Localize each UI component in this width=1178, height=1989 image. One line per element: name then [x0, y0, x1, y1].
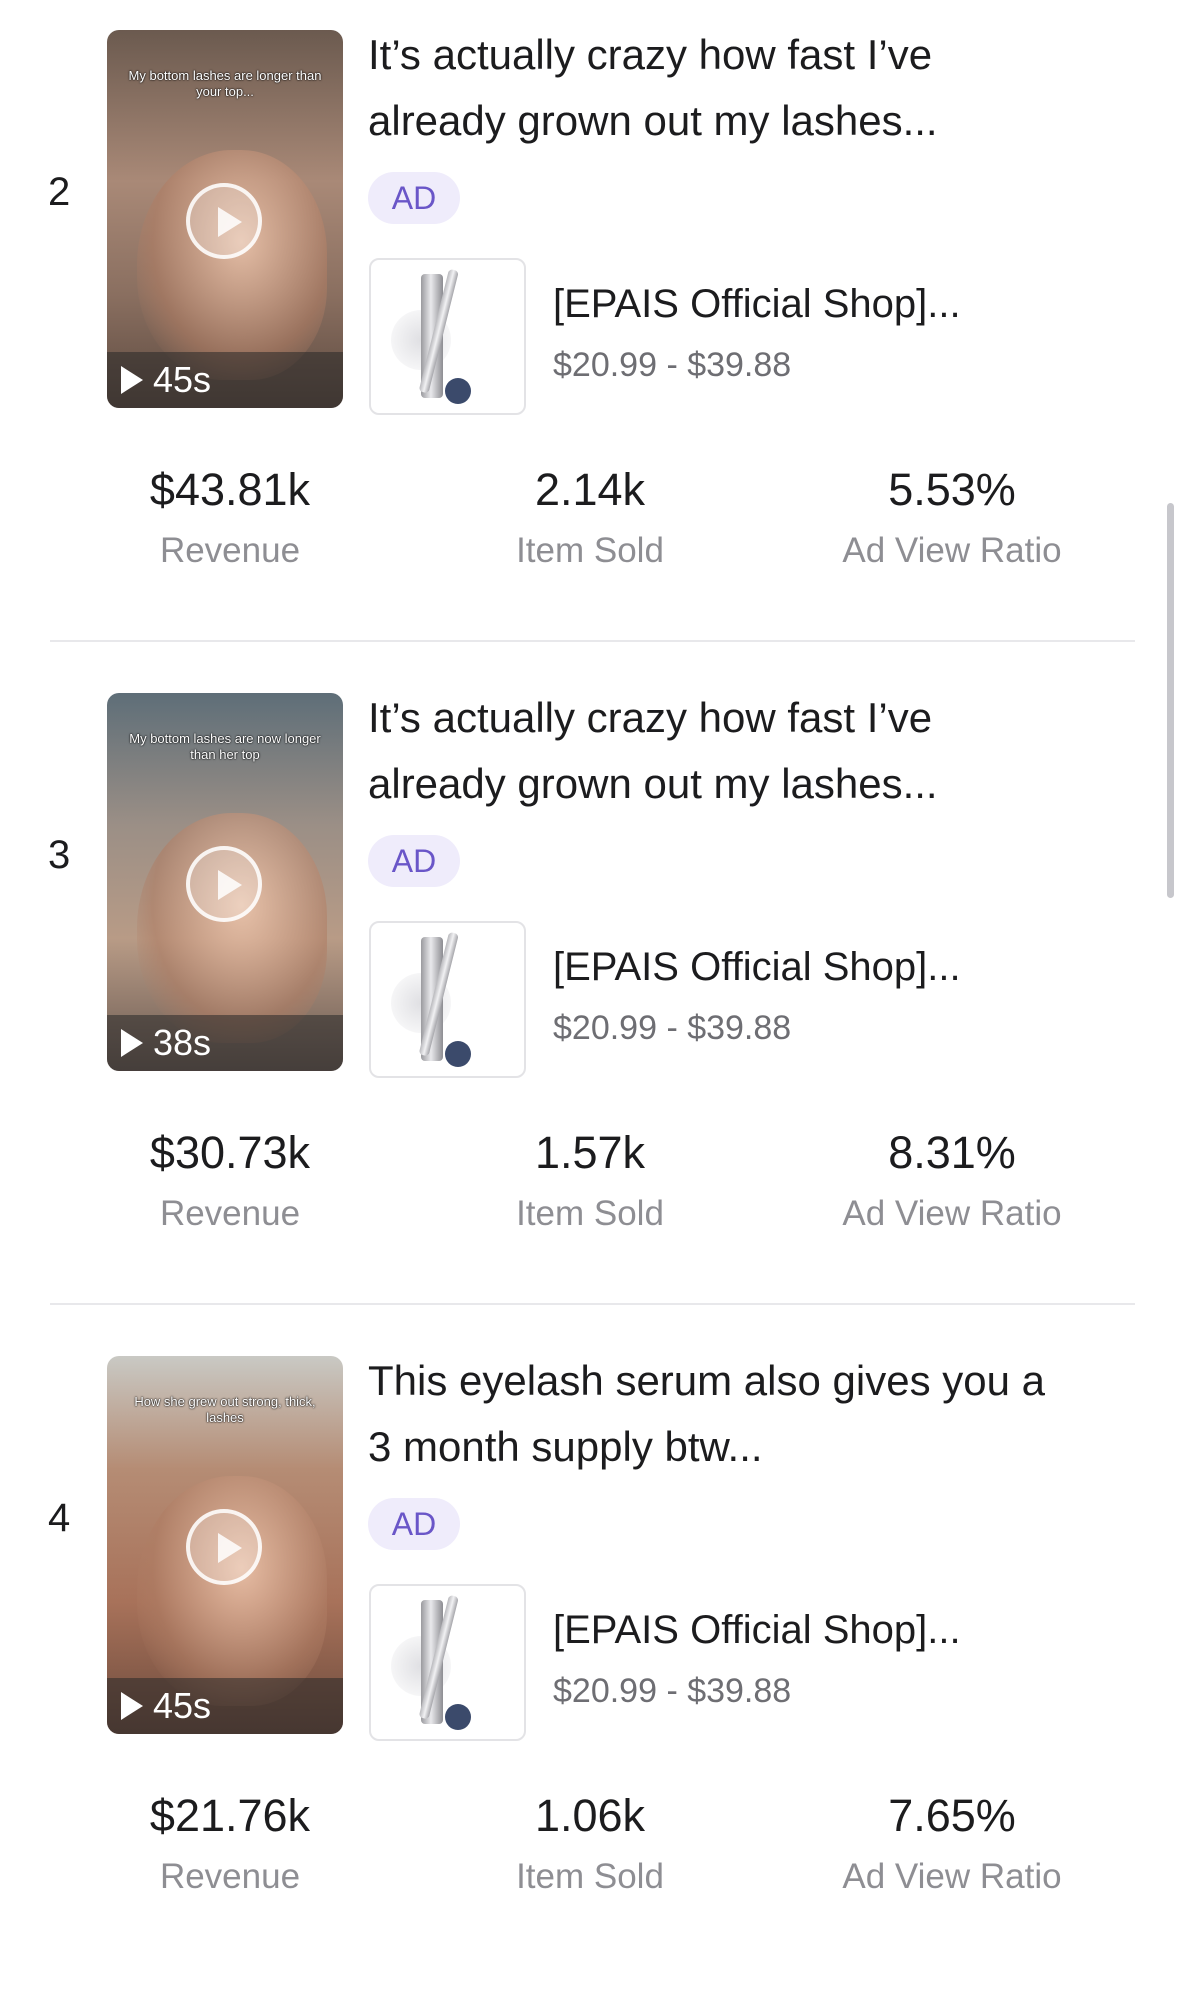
- ad-video-list: 2 My bottom lashes are longer than your …: [0, 0, 1178, 1950]
- video-title-line-1: This eyelash serum also gives you a: [368, 1357, 1045, 1404]
- stat-items-sold: 1.06k Item Sold: [410, 1786, 770, 1902]
- play-circle-icon[interactable]: [186, 183, 262, 259]
- video-duration: 45s: [153, 359, 212, 400]
- product-cap: [445, 378, 471, 404]
- revenue-value: $43.81k: [149, 464, 311, 515]
- items-sold-label: Item Sold: [516, 1194, 664, 1233]
- duration-overlay: 45s: [107, 1678, 343, 1734]
- price-range: $20.99 - $39.88: [553, 1672, 792, 1710]
- ad-view-ratio-value: 8.31%: [888, 1127, 1016, 1178]
- rank-number: 2: [48, 170, 71, 214]
- items-sold-label: Item Sold: [516, 1857, 664, 1896]
- price-range: $20.99 - $39.88: [553, 1009, 792, 1047]
- video-thumbnail[interactable]: My bottom lashes are now longer than her…: [107, 693, 343, 1071]
- shop-name[interactable]: [EPAIS Official Shop]...: [553, 282, 1113, 327]
- stat-ad-view-ratio: 8.31% Ad View Ratio: [772, 1123, 1132, 1239]
- stat-revenue: $21.76k Revenue: [50, 1786, 410, 1902]
- play-triangle-icon: [121, 1692, 143, 1720]
- list-item[interactable]: 4 How she grew out strong, thick, lashes…: [0, 1326, 1178, 1989]
- ad-view-ratio-label: Ad View Ratio: [842, 1194, 1062, 1233]
- video-caption: How she grew out strong, thick, lashes: [134, 1394, 316, 1425]
- shop-name[interactable]: [EPAIS Official Shop]...: [553, 945, 1113, 990]
- video-title-line-2: already grown out my lashes...: [368, 760, 938, 807]
- ad-badge: AD: [368, 172, 460, 224]
- product-thumbnail[interactable]: [369, 258, 526, 415]
- product-thumbnail[interactable]: [369, 921, 526, 1078]
- ad-badge: AD: [368, 835, 460, 887]
- stat-items-sold: 2.14k Item Sold: [410, 460, 770, 576]
- stat-revenue: $30.73k Revenue: [50, 1123, 410, 1239]
- divider: [50, 640, 1135, 642]
- play-circle-icon[interactable]: [186, 846, 262, 922]
- ad-view-ratio-value: 5.53%: [888, 464, 1016, 515]
- divider: [50, 1303, 1135, 1305]
- revenue-value: $30.73k: [149, 1127, 311, 1178]
- video-title-line-1: It’s actually crazy how fast I’ve: [368, 31, 933, 78]
- video-title-line-1: It’s actually crazy how fast I’ve: [368, 694, 933, 741]
- items-sold-value: 2.14k: [534, 464, 646, 515]
- stat-revenue: $43.81k Revenue: [50, 460, 410, 576]
- video-title-line-2: already grown out my lashes...: [368, 97, 938, 144]
- items-sold-value: 1.57k: [534, 1127, 646, 1178]
- product-cap: [445, 1041, 471, 1067]
- revenue-value: $21.76k: [149, 1790, 311, 1841]
- video-duration: 38s: [153, 1022, 212, 1063]
- video-duration: 45s: [153, 1685, 212, 1726]
- rank-number: 4: [48, 1496, 71, 1540]
- video-caption: My bottom lashes are now longer than her…: [129, 731, 321, 762]
- duration-overlay: 38s: [107, 1015, 343, 1071]
- shop-name[interactable]: [EPAIS Official Shop]...: [553, 1608, 1113, 1653]
- items-sold-label: Item Sold: [516, 531, 664, 570]
- video-thumbnail[interactable]: How she grew out strong, thick, lashes 4…: [107, 1356, 343, 1734]
- scrollbar[interactable]: [1167, 503, 1174, 898]
- revenue-label: Revenue: [159, 1857, 301, 1896]
- items-sold-value: 1.06k: [534, 1790, 646, 1841]
- play-circle-icon[interactable]: [186, 1509, 262, 1585]
- revenue-label: Revenue: [159, 1194, 301, 1233]
- video-title-line-2: 3 month supply btw...: [368, 1423, 763, 1470]
- product-thumbnail[interactable]: [369, 1584, 526, 1741]
- video-caption: My bottom lashes are longer than your to…: [128, 68, 322, 99]
- play-triangle-icon: [121, 366, 143, 394]
- list-item[interactable]: 2 My bottom lashes are longer than your …: [0, 0, 1178, 663]
- stat-ad-view-ratio: 7.65% Ad View Ratio: [772, 1786, 1132, 1902]
- stat-ad-view-ratio: 5.53% Ad View Ratio: [772, 460, 1132, 576]
- product-cap: [445, 1704, 471, 1730]
- video-thumbnail[interactable]: My bottom lashes are longer than your to…: [107, 30, 343, 408]
- rank-number: 3: [48, 833, 71, 877]
- revenue-label: Revenue: [159, 531, 301, 570]
- video-title[interactable]: This eyelash serum also gives you a 3 mo…: [368, 1348, 1128, 1480]
- video-title[interactable]: It’s actually crazy how fast I’ve alread…: [368, 685, 1128, 817]
- duration-overlay: 45s: [107, 352, 343, 408]
- list-item[interactable]: 3 My bottom lashes are now longer than h…: [0, 663, 1178, 1326]
- ad-view-ratio-value: 7.65%: [888, 1790, 1016, 1841]
- ad-view-ratio-label: Ad View Ratio: [842, 1857, 1062, 1896]
- stat-items-sold: 1.57k Item Sold: [410, 1123, 770, 1239]
- video-title[interactable]: It’s actually crazy how fast I’ve alread…: [368, 22, 1128, 154]
- play-triangle-icon: [121, 1029, 143, 1057]
- price-range: $20.99 - $39.88: [553, 346, 792, 384]
- ad-view-ratio-label: Ad View Ratio: [842, 531, 1062, 570]
- ad-badge: AD: [368, 1498, 460, 1550]
